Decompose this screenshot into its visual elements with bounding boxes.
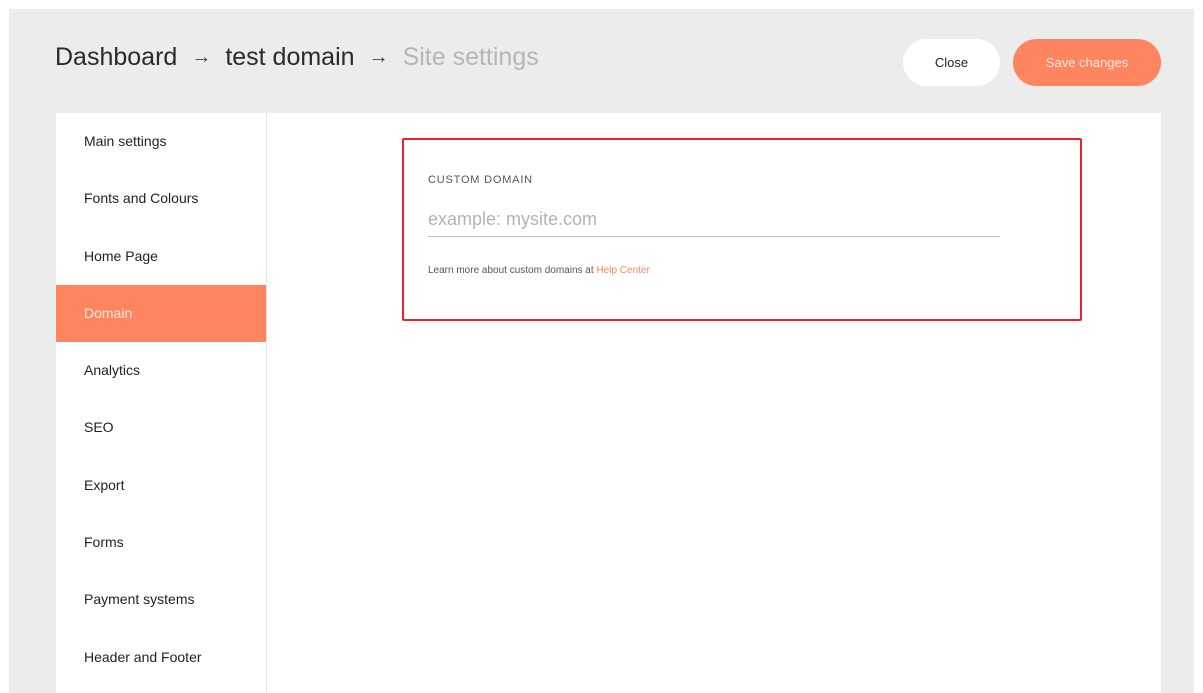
sidebar-item-seo[interactable]: SEO bbox=[56, 399, 266, 456]
arrow-right-icon: → bbox=[368, 46, 389, 68]
sidebar-item-main-settings[interactable]: Main settings bbox=[56, 113, 266, 170]
settings-sidebar: Main settings Fonts and Colours Home Pag… bbox=[56, 113, 267, 693]
close-button[interactable]: Close bbox=[903, 39, 1000, 86]
sidebar-item-forms[interactable]: Forms bbox=[56, 514, 266, 571]
save-changes-button[interactable]: Save changes bbox=[1013, 39, 1161, 86]
help-text-prefix: Learn more about custom domains at bbox=[428, 265, 597, 276]
sidebar-item-analytics[interactable]: Analytics bbox=[56, 342, 266, 399]
breadcrumb: Dashboard → test domain → Site settings bbox=[55, 39, 539, 75]
breadcrumb-test-domain[interactable]: test domain bbox=[225, 39, 354, 75]
sidebar-item-domain[interactable]: Domain bbox=[56, 284, 266, 343]
custom-domain-label: CUSTOM DOMAIN bbox=[428, 174, 533, 186]
sidebar-item-payment-systems[interactable]: Payment systems bbox=[56, 571, 266, 628]
custom-domain-help: Learn more about custom domains at Help … bbox=[428, 265, 650, 276]
sidebar-item-fonts-and-colours[interactable]: Fonts and Colours bbox=[56, 170, 266, 227]
sidebar-item-home-page[interactable]: Home Page bbox=[56, 228, 266, 285]
arrow-right-icon: → bbox=[191, 46, 212, 68]
custom-domain-section: CUSTOM DOMAIN Learn more about custom do… bbox=[402, 138, 1082, 321]
breadcrumb-dashboard[interactable]: Dashboard bbox=[55, 39, 177, 75]
sidebar-item-header-and-footer[interactable]: Header and Footer bbox=[56, 629, 266, 686]
custom-domain-input[interactable] bbox=[428, 202, 1000, 237]
settings-window: Dashboard → test domain → Site settings … bbox=[9, 9, 1194, 693]
settings-panel: Main settings Fonts and Colours Home Pag… bbox=[56, 113, 1161, 693]
sidebar-item-export[interactable]: Export bbox=[56, 457, 266, 514]
help-center-link[interactable]: Help Center bbox=[596, 265, 649, 276]
breadcrumb-site-settings: Site settings bbox=[402, 43, 539, 71]
